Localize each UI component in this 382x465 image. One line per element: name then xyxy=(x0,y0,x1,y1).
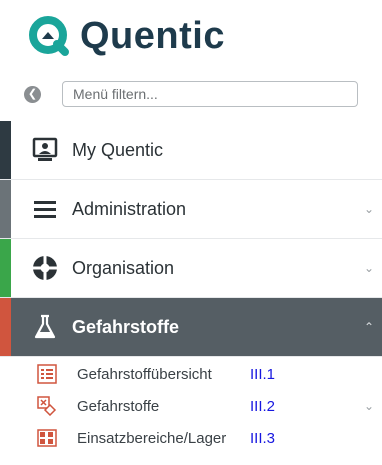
nav-label: Gefahrstoffe xyxy=(72,316,180,337)
nav-label: My Quentic xyxy=(72,139,164,160)
storage-shelf-icon xyxy=(37,429,57,447)
submenu-label: Gefahrstoffe xyxy=(77,397,160,415)
submenu-label: Gefahrstoffübersicht xyxy=(77,365,212,383)
submenu-item-gefahrstoffuebersicht[interactable]: Gefahrstoffübersicht III.1 xyxy=(0,358,382,390)
chevron-down-icon[interactable]: ⌄ xyxy=(364,399,374,413)
submenu-item-gefahrstoffe[interactable]: Gefahrstoffe III.2 ⌄ xyxy=(0,390,382,422)
nav-color-bar xyxy=(0,239,11,297)
menu-bars-icon xyxy=(30,194,60,224)
nav-item-administration[interactable]: Administration ⌄ xyxy=(0,180,382,239)
organisation-icon xyxy=(30,253,60,283)
submenu-label: Einsatzbereiche/Lager xyxy=(77,429,227,447)
nav-item-gefahrstoffe[interactable]: Gefahrstoffe ⌃ xyxy=(0,298,382,357)
list-icon xyxy=(37,364,57,384)
app-name: Quentic xyxy=(80,14,225,57)
gefahrstoffe-submenu: Gefahrstoffübersicht III.1 Gefahrstoffe … xyxy=(0,358,382,454)
menu-filter-input[interactable] xyxy=(62,81,358,107)
nav-label: Administration xyxy=(72,198,187,219)
quentic-logo-icon xyxy=(29,16,69,56)
sidebar-panel: Quentic ❮ My Quentic xyxy=(0,0,382,465)
nav-item-organisation[interactable]: Organisation ⌄ xyxy=(0,239,382,298)
main-nav: My Quentic Administration ⌄ Organisation… xyxy=(0,121,382,357)
nav-color-bar xyxy=(0,180,11,238)
collapse-icon[interactable]: ❮ xyxy=(24,86,41,103)
chevron-up-icon: ⌃ xyxy=(363,320,374,334)
monitor-user-icon xyxy=(30,135,60,165)
nav-color-bar xyxy=(0,121,11,179)
nav-color-bar xyxy=(0,298,11,356)
submenu-code: III.3 xyxy=(250,429,276,447)
submenu-code: III.2 xyxy=(250,397,276,415)
quentic-logo[interactable]: Quentic xyxy=(28,14,225,58)
chevron-down-icon: ⌄ xyxy=(363,202,374,216)
hazard-pictogram-icon xyxy=(37,396,57,416)
nav-label: Organisation xyxy=(72,257,175,278)
chevron-down-icon: ⌄ xyxy=(363,261,374,275)
menu-filter-row: ❮ xyxy=(0,80,382,110)
flask-icon xyxy=(30,312,60,342)
submenu-item-einsatzbereiche-lager[interactable]: Einsatzbereiche/Lager III.3 xyxy=(0,422,382,454)
nav-item-my-quentic[interactable]: My Quentic xyxy=(0,121,382,180)
submenu-code: III.1 xyxy=(250,365,276,383)
